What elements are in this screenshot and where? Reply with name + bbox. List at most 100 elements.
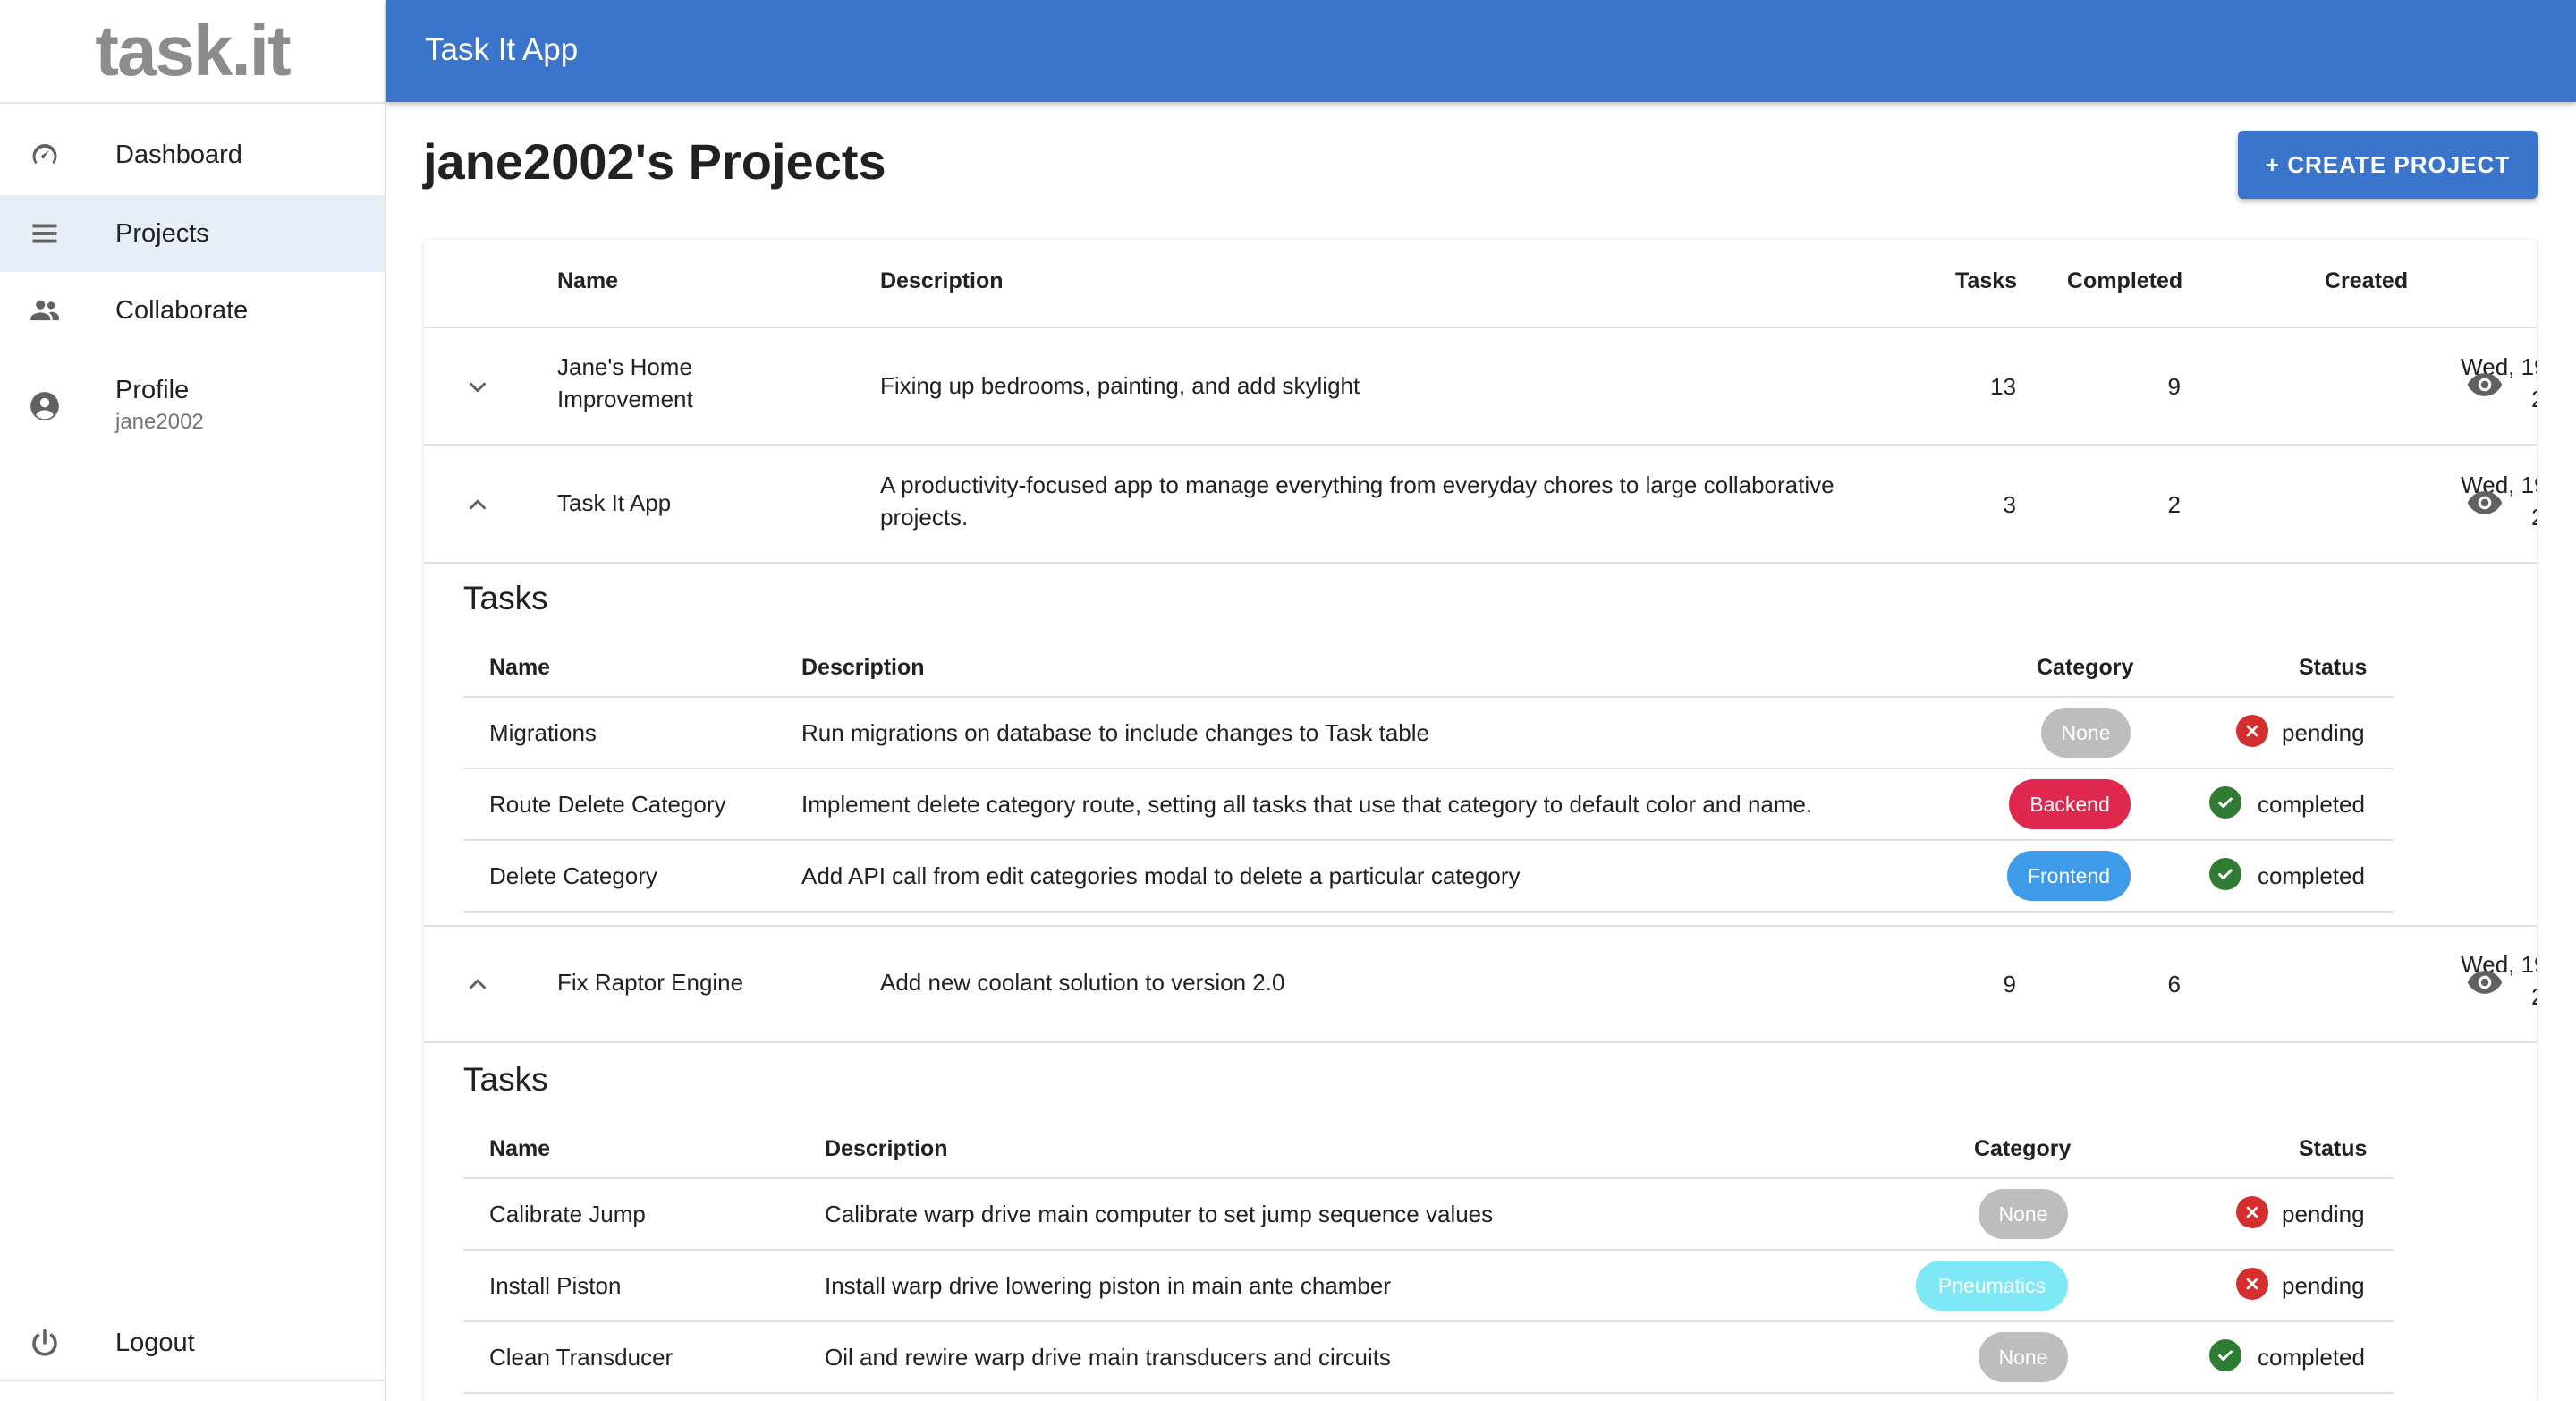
- view-eye-icon[interactable]: [2463, 481, 2506, 524]
- task-description: Install warp drive lowering piston in ma…: [825, 1272, 1391, 1299]
- task-column-header-status[interactable]: Status: [2299, 655, 2367, 681]
- project-created-date: Wed, 19 Jul: [2461, 353, 2537, 380]
- sidebar-item-projects[interactable]: Projects: [0, 195, 385, 272]
- task-description: Oil and rewire warp drive main transduce…: [825, 1344, 1391, 1371]
- column-header-description[interactable]: Description: [880, 268, 1004, 294]
- task-status: pending: [2282, 719, 2365, 746]
- project-created-year: 2023: [1868, 501, 2537, 533]
- sidebar: task.it Dashboard Projects Collaborate P…: [0, 0, 386, 1401]
- task-column-header-name[interactable]: Name: [489, 655, 550, 681]
- task-column-header-description[interactable]: Description: [825, 1136, 948, 1162]
- sidebar-item-collaborate[interactable]: Collaborate: [0, 272, 385, 349]
- column-header-name[interactable]: Name: [557, 268, 618, 294]
- task-status: completed: [2258, 791, 2365, 818]
- column-header-created[interactable]: Created: [2325, 268, 2408, 294]
- divider: [463, 1177, 2394, 1179]
- divider: [424, 444, 2537, 446]
- account-circle-icon: [27, 388, 63, 424]
- pending-x-icon: [2236, 1196, 2268, 1228]
- task-status: pending: [2282, 1201, 2365, 1227]
- sidebar-item-label: Projects: [115, 218, 209, 248]
- tasks-section-title: Tasks: [463, 580, 548, 616]
- project-name: Fix Raptor Engine: [557, 969, 744, 996]
- project-created-date: Wed, 19 Jul: [2461, 471, 2537, 498]
- completed-check-icon: [2209, 858, 2241, 890]
- category-chip-none[interactable]: None: [1979, 1332, 2068, 1382]
- divider: [424, 327, 2537, 328]
- divider: [424, 925, 2537, 927]
- task-column-header-status[interactable]: Status: [2299, 1136, 2367, 1162]
- task-status: completed: [2258, 862, 2365, 889]
- category-chip-none[interactable]: None: [2041, 708, 2131, 758]
- view-eye-icon[interactable]: [2463, 363, 2506, 406]
- task-name: Install Piston: [489, 1272, 622, 1299]
- profile-username: jane2002: [115, 410, 204, 434]
- category-chip-frontend[interactable]: Frontend: [2007, 851, 2131, 901]
- task-name: Migrations: [489, 719, 597, 746]
- divider: [424, 562, 2537, 564]
- divider: [424, 1041, 2537, 1043]
- task-name: Route Delete Category: [489, 791, 726, 818]
- completed-check-icon: [2209, 1339, 2241, 1371]
- chevron-down-icon[interactable]: [460, 369, 496, 405]
- task-column-header-name[interactable]: Name: [489, 1136, 550, 1162]
- divider: [463, 911, 2394, 913]
- project-created-year: 2023: [1868, 383, 2537, 415]
- pending-x-icon: [2236, 715, 2268, 747]
- sidebar-item-label: Dashboard: [115, 140, 242, 169]
- sidebar-item-label: Collaborate: [115, 295, 249, 325]
- pending-x-icon: [2236, 1268, 2268, 1300]
- list-icon: [27, 216, 63, 251]
- divider: [463, 696, 2394, 698]
- task-description: Run migrations on database to include ch…: [801, 719, 1429, 746]
- project-description: Add new coolant solution to version 2.0: [880, 969, 1285, 996]
- project-created-year: 2023: [1868, 981, 2537, 1013]
- task-name: Delete Category: [489, 862, 657, 889]
- project-description: Fixing up bedrooms, painting, and add sk…: [880, 372, 1360, 399]
- column-header-tasks[interactable]: Tasks: [1955, 268, 2017, 294]
- completed-check-icon: [2209, 786, 2241, 819]
- logout-button[interactable]: Logout: [0, 1304, 385, 1381]
- task-status: completed: [2258, 1344, 2365, 1371]
- divider: [463, 768, 2394, 769]
- task-name: Calibrate Jump: [489, 1201, 646, 1227]
- app-logo[interactable]: task.it: [0, 0, 385, 104]
- top-app-bar: Task It App: [386, 0, 2576, 102]
- category-chip-backend[interactable]: Backend: [2009, 779, 2131, 829]
- category-chip-pneumatics[interactable]: Pneumatics: [1916, 1261, 2068, 1311]
- project-name: Task It App: [557, 489, 672, 516]
- task-column-header-description[interactable]: Description: [801, 655, 925, 681]
- people-icon: [27, 293, 63, 328]
- divider: [463, 1392, 2394, 1394]
- divider: [0, 1380, 385, 1381]
- task-column-header-category[interactable]: Category: [1974, 1136, 2071, 1162]
- project-description-line: projects.: [880, 504, 969, 531]
- chevron-up-icon[interactable]: [460, 966, 496, 1002]
- app-bar-title: Task It App: [425, 32, 579, 67]
- category-chip-none[interactable]: None: [1979, 1189, 2068, 1239]
- sidebar-item-profile[interactable]: Profile jane2002: [0, 367, 385, 447]
- task-description: Calibrate warp drive main computer to se…: [825, 1201, 1494, 1227]
- speedometer-icon: [27, 137, 63, 173]
- project-name-line: Improvement: [557, 386, 693, 412]
- power-icon: [27, 1325, 63, 1361]
- divider: [463, 1249, 2394, 1251]
- task-column-header-category[interactable]: Category: [2037, 655, 2133, 681]
- column-header-completed[interactable]: Completed: [2067, 268, 2182, 294]
- view-eye-icon[interactable]: [2463, 961, 2506, 1004]
- tasks-section-title: Tasks: [463, 1061, 548, 1098]
- divider: [463, 1320, 2394, 1322]
- logout-label: Logout: [115, 1328, 195, 1357]
- page-title: jane2002's Projects: [423, 133, 886, 190]
- sidebar-item-dashboard[interactable]: Dashboard: [0, 116, 385, 193]
- divider: [463, 839, 2394, 841]
- chevron-up-icon[interactable]: [460, 487, 496, 522]
- task-status: pending: [2282, 1272, 2365, 1299]
- projects-table: Name Description Tasks Completed Created…: [424, 240, 2537, 1401]
- project-created-date: Wed, 19 Jul: [2461, 951, 2537, 978]
- sidebar-item-label: Profile: [115, 376, 190, 404]
- project-name-line: Jane's Home: [557, 353, 692, 380]
- task-description: Implement delete category route, setting…: [801, 791, 1813, 818]
- task-name: Clean Transducer: [489, 1344, 674, 1371]
- create-project-button[interactable]: + CREATE PROJECT: [2238, 131, 2538, 199]
